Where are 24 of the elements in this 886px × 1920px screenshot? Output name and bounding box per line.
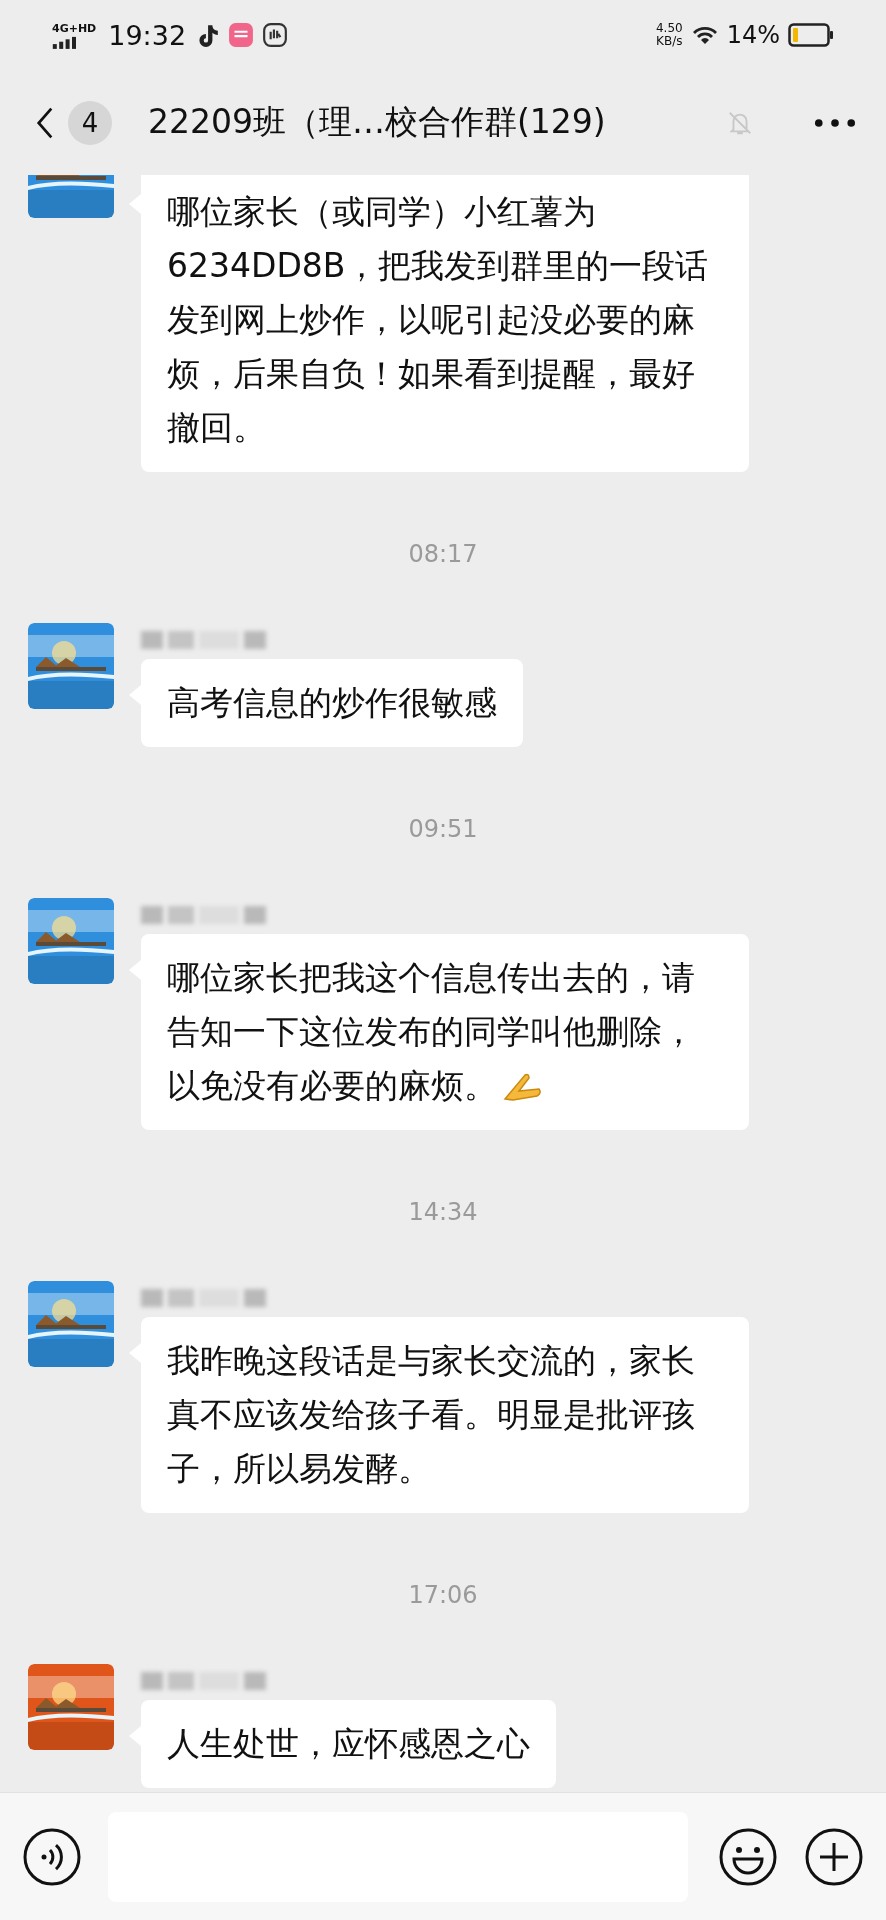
unread-badge: 4	[68, 100, 112, 145]
voice-icon[interactable]	[22, 1826, 82, 1887]
message-text: 我昨晚这段话是与家长交流的，家长真不应该发给孩子看。明显是批评孩子，所以易发酵。	[167, 1341, 695, 1488]
clock: 19:32	[108, 19, 187, 51]
message-text: 高考信息的炒作很敏感	[167, 683, 497, 722]
more-icon[interactable]	[814, 117, 856, 128]
app-icon	[228, 22, 255, 48]
message-text: 哪位家长（或同学）小红薯为6234DD8B，把我发到群里的一段话发到网上炒作，以呢引起没必要的麻烦，后果自负！如果看到提醒，最好撤回。	[167, 192, 709, 447]
chat-title: 22209班（理…校合作群(129)	[148, 101, 607, 143]
speed-unit: KB/s	[656, 35, 683, 48]
battery-percent: 14%	[726, 21, 780, 49]
network-label: 4G+HD	[52, 21, 97, 35]
emoji-icon[interactable]	[718, 1826, 778, 1887]
timestamp: 17:06	[408, 1581, 478, 1609]
timestamp: 14:34	[408, 1198, 478, 1226]
plus-icon[interactable]	[804, 1826, 864, 1887]
back-icon[interactable]	[36, 105, 54, 140]
speed-value: 4.50	[655, 22, 683, 35]
battery-icon	[788, 23, 834, 47]
signal-icon	[52, 35, 76, 49]
timestamp: 09:51	[408, 815, 478, 843]
message-text: 人生处世，应怀感恩之心	[167, 1724, 530, 1763]
message-text: 哪位家长把我这个信息传出去的，请告知一下这位发布的同学叫他删除，以免没有必要的麻烦。	[167, 958, 695, 1105]
timestamp: 08:17	[408, 540, 478, 568]
